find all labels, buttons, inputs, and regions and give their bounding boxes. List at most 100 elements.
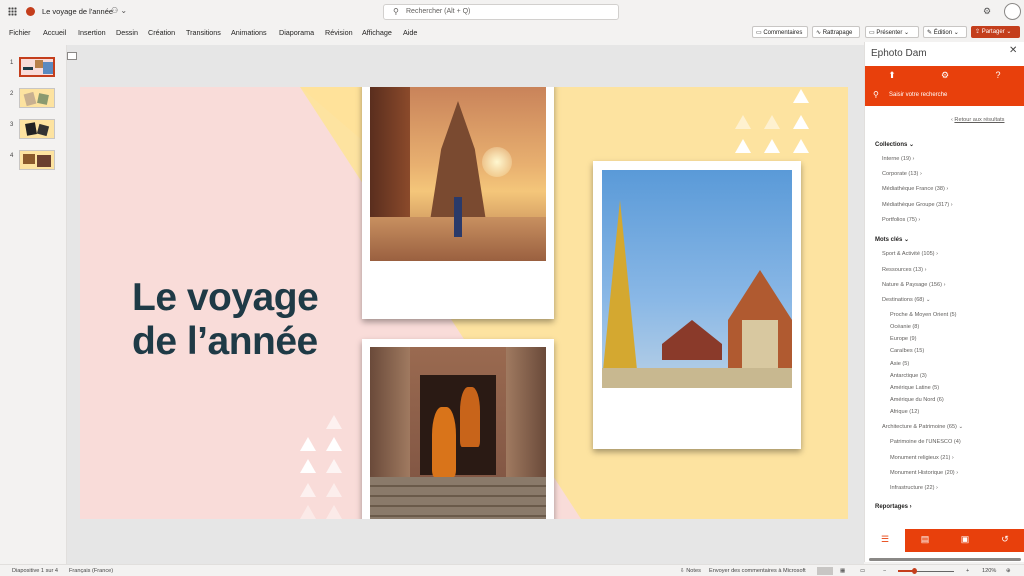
- tab-affichage[interactable]: Affichage: [362, 28, 392, 37]
- tab-dessin[interactable]: Dessin: [116, 28, 138, 37]
- collection-item[interactable]: Médiathèque Groupe (317) ›: [882, 202, 953, 208]
- destination-item[interactable]: Afrique (12): [890, 409, 919, 415]
- comments-label: Commentaires: [763, 30, 803, 36]
- history-icon[interactable]: ↺: [997, 534, 1013, 545]
- avatar[interactable]: [1004, 3, 1021, 20]
- photo-monks: [370, 347, 546, 519]
- slide-panel-toggle-icon[interactable]: [67, 52, 77, 60]
- fit-to-window-icon[interactable]: ⊕: [1006, 568, 1011, 574]
- tab-revision[interactable]: Révision: [325, 28, 353, 37]
- polaroid-photo-temple-sunset[interactable]: [362, 87, 554, 319]
- decorative-triangle: [326, 415, 342, 429]
- architecture-item[interactable]: Monument religieux (21) ›: [890, 455, 954, 461]
- destination-item[interactable]: Antarctique (3): [890, 373, 927, 379]
- close-icon[interactable]: ✕: [1009, 45, 1017, 56]
- present-button[interactable]: ▭ Présenter ⌄: [865, 26, 919, 38]
- zoom-level[interactable]: 120%: [982, 568, 996, 574]
- comments-button[interactable]: ▭ Commentaires: [752, 26, 808, 38]
- destination-item[interactable]: Asie (5): [890, 361, 909, 367]
- decorative-triangle: [326, 483, 342, 497]
- settings-icon[interactable]: ⚙: [937, 70, 953, 81]
- share-button[interactable]: ⇪ Partager ⌄: [971, 26, 1020, 38]
- panel-footer-tabs: ☰ ▤ ▣ ↺: [865, 529, 1024, 552]
- polaroid-photo-golden-pagoda[interactable]: [593, 161, 801, 449]
- keyword-item[interactable]: Nature & Paysage (156) ›: [882, 282, 945, 288]
- keyword-item-architecture[interactable]: Architecture & Patrimoine (65) ⌄: [882, 424, 963, 430]
- collection-item[interactable]: Interne (19) ›: [882, 156, 914, 162]
- tab-accueil[interactable]: Accueil: [43, 28, 66, 37]
- slide-thumbnail-1[interactable]: [19, 57, 55, 77]
- title-bar: Le voyage de l'année ⚇ ⌄ ⚲ Rechercher (A…: [0, 0, 1024, 24]
- collection-item[interactable]: Corporate (13) ›: [882, 171, 922, 177]
- slide-sorter-icon[interactable]: ▦: [840, 568, 845, 574]
- collections-header[interactable]: Collections ⌄: [875, 141, 914, 148]
- collection-item[interactable]: Médiathèque France (38) ›: [882, 186, 948, 192]
- tab-insertion[interactable]: Insertion: [78, 28, 106, 37]
- decorative-triangle: [793, 115, 809, 129]
- panel-scrollbar[interactable]: [869, 558, 1021, 561]
- thumb-number-4: 4: [10, 153, 14, 159]
- language-indicator[interactable]: Français (France): [69, 568, 113, 574]
- keyword-item[interactable]: Destinations (68) ⌄: [882, 297, 931, 303]
- autosave-icon[interactable]: ⚇ ⌄: [111, 6, 127, 15]
- destination-item[interactable]: Proche & Moyen Orient (5): [890, 312, 957, 318]
- photo-temple-sunset: [370, 87, 546, 261]
- tab-fichier[interactable]: Fichier: [9, 28, 31, 37]
- collection-label: Portfolios (75): [882, 217, 917, 223]
- ephoto-dam-panel: Ephoto Dam ✕ ⬆ ⚙ ? ⚲ Saisir votre recher…: [864, 42, 1024, 562]
- reading-view-icon[interactable]: ▭: [860, 568, 865, 574]
- architecture-label: Monument religieux (21): [890, 455, 951, 461]
- decorative-triangle: [735, 115, 751, 129]
- keyword-item[interactable]: Ressources (13) ›: [882, 267, 926, 273]
- thumb-number-2: 2: [10, 91, 14, 97]
- destination-item[interactable]: Caraïbes (15): [890, 348, 924, 354]
- architecture-item[interactable]: Infrastructure (22) ›: [890, 485, 938, 491]
- catchup-button[interactable]: ∿ Rattrapage: [812, 26, 860, 38]
- architecture-item[interactable]: Monument Historique (20) ›: [890, 470, 958, 476]
- document-icon[interactable]: ▤: [917, 534, 933, 545]
- keywords-header[interactable]: Mots clés ⌄: [875, 236, 909, 243]
- reportages-header[interactable]: Reportages ›: [875, 504, 912, 510]
- current-slide[interactable]: Le voyage de l’année: [80, 87, 848, 519]
- upload-icon[interactable]: ⬆: [884, 70, 900, 81]
- app-launcher-icon[interactable]: [8, 7, 17, 16]
- decorative-triangle: [300, 483, 316, 497]
- slide-thumbnail-3[interactable]: [19, 119, 55, 139]
- architecture-item[interactable]: Patrimoine de l'UNESCO (4): [890, 439, 961, 445]
- normal-view-icon[interactable]: [817, 567, 833, 575]
- list-view-icon[interactable]: ☰: [877, 534, 893, 545]
- destination-item[interactable]: Océanie (8): [890, 324, 919, 330]
- keyword-item[interactable]: Sport & Activité (105) ›: [882, 251, 938, 257]
- feedback-link[interactable]: Envoyer des commentaires à Microsoft: [709, 568, 806, 574]
- reportages-label: Reportages: [875, 504, 909, 510]
- decorative-triangle: [300, 505, 316, 519]
- zoom-in-icon[interactable]: +: [966, 568, 969, 574]
- tab-animations[interactable]: Animations: [231, 28, 267, 37]
- tab-diaporama[interactable]: Diaporama: [279, 28, 314, 37]
- catchup-label: Rattrapage: [822, 30, 853, 36]
- settings-gear-icon[interactable]: ⚙: [983, 6, 991, 17]
- destination-item[interactable]: Amérique du Nord (6): [890, 397, 944, 403]
- tab-transitions[interactable]: Transitions: [186, 28, 221, 37]
- architecture-label: Infrastructure (22): [890, 485, 935, 491]
- help-icon[interactable]: ?: [990, 70, 1006, 80]
- zoom-out-icon[interactable]: −: [883, 568, 886, 574]
- notes-button[interactable]: ⇩ Notes: [680, 568, 701, 574]
- slide-title[interactable]: Le voyage de l’année: [132, 276, 319, 364]
- edit-mode-button[interactable]: ✎ Édition ⌄: [923, 26, 967, 38]
- destination-item[interactable]: Europe (9): [890, 336, 916, 342]
- tab-aide[interactable]: Aide: [403, 28, 417, 37]
- search-input[interactable]: ⚲ Rechercher (Alt + Q): [383, 4, 619, 20]
- zoom-slider-thumb[interactable]: [912, 568, 917, 574]
- polaroid-photo-monks[interactable]: [362, 339, 554, 519]
- destination-item[interactable]: Amérique Latine (5): [890, 385, 939, 391]
- back-to-results-link[interactable]: ‹ Retour aux résultats: [951, 117, 1004, 123]
- document-title[interactable]: Le voyage de l'année: [42, 7, 113, 16]
- image-icon[interactable]: ▣: [957, 534, 973, 545]
- slide-thumbnail-4[interactable]: [19, 150, 55, 170]
- panel-search-input[interactable]: ⚲ Saisir votre recherche: [865, 86, 1024, 106]
- slide-thumbnail-2[interactable]: [19, 88, 55, 108]
- panel-toolbar: ⬆ ⚙ ? ⚲ Saisir votre recherche: [865, 66, 1024, 106]
- collection-item[interactable]: Portfolios (75) ›: [882, 217, 920, 223]
- tab-creation[interactable]: Création: [148, 28, 175, 37]
